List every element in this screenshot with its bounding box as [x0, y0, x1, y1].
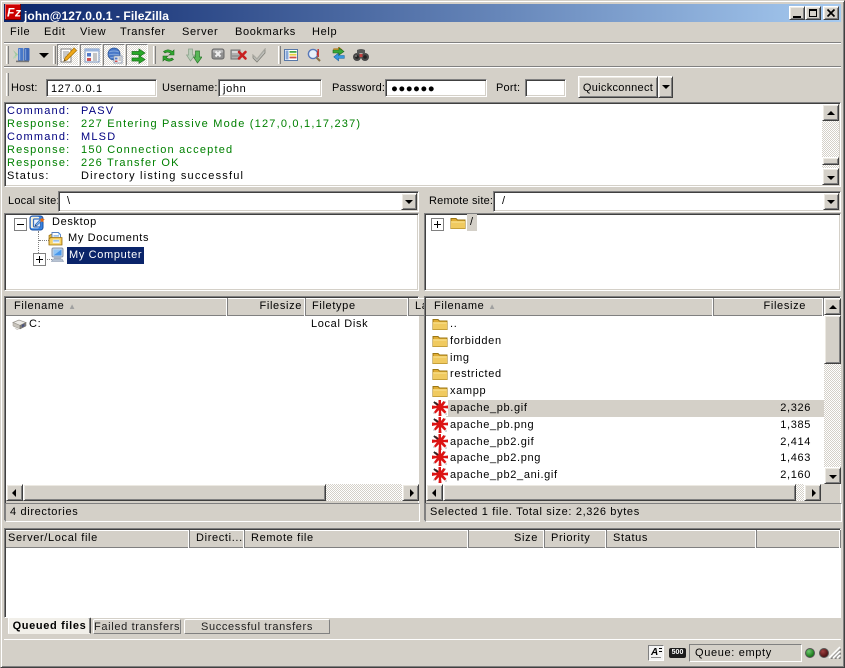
svg-text:Fz: Fz	[7, 6, 21, 20]
